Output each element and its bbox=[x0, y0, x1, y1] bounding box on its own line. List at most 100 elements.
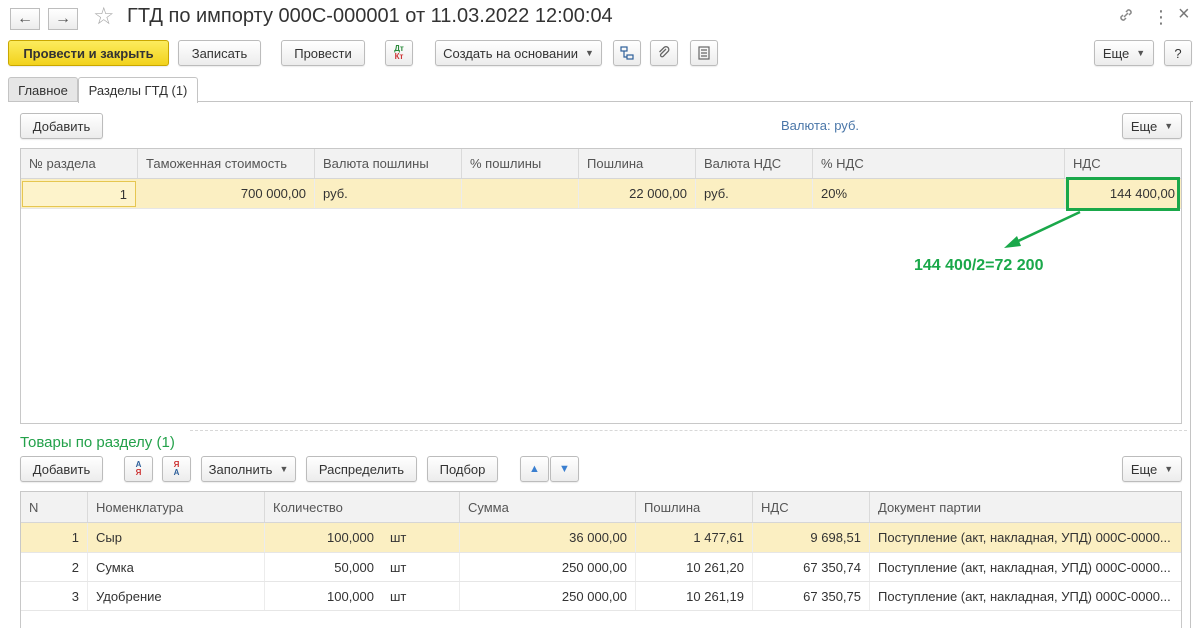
kt-label: Кт bbox=[394, 52, 404, 61]
cell-duty[interactable]: 1 477,61 bbox=[636, 523, 753, 552]
cell-quantity[interactable]: 100,000 bbox=[265, 582, 382, 610]
cell-sum[interactable]: 36 000,00 bbox=[460, 523, 636, 552]
create-based-on-label: Создать на основании bbox=[443, 45, 578, 61]
cell-unit[interactable]: шт bbox=[382, 582, 460, 610]
chevron-down-icon: ▼ bbox=[279, 464, 289, 474]
link-icon[interactable] bbox=[1118, 7, 1134, 28]
col-section-number[interactable]: № раздела bbox=[21, 149, 138, 178]
cell-batch-document[interactable]: Поступление (акт, накладная, УПД) 000С-0… bbox=[870, 582, 1181, 610]
more-label: Еще bbox=[1102, 45, 1130, 61]
cell-n[interactable]: 1 bbox=[21, 523, 88, 552]
col-duty-currency[interactable]: Валюта пошлины bbox=[315, 149, 462, 178]
move-up-button[interactable]: ▲ bbox=[520, 456, 549, 482]
cell-vat-percent[interactable]: 20% bbox=[813, 179, 1065, 208]
cell-nomenclature[interactable]: Сыр bbox=[88, 523, 265, 552]
cell-duty[interactable]: 22 000,00 bbox=[579, 179, 696, 208]
goods-table: N Номенклатура Количество Сумма Пошлина … bbox=[20, 491, 1182, 628]
col-quantity[interactable]: Количество bbox=[265, 492, 460, 522]
page-title: ГТД по импорту 000С-000001 от 11.03.2022… bbox=[127, 5, 613, 27]
cell-n[interactable]: 2 bbox=[21, 553, 88, 581]
col-batch-document[interactable]: Документ партии bbox=[870, 492, 1181, 522]
annotation-arrow bbox=[1004, 210, 1081, 248]
vat-annotation: 144 400/2=72 200 bbox=[914, 257, 1044, 274]
add-section-button[interactable]: Добавить bbox=[20, 113, 103, 139]
save-button[interactable]: Записать bbox=[178, 40, 261, 66]
col-vat[interactable]: НДС bbox=[753, 492, 870, 522]
create-based-on-button[interactable]: Создать на основании ▼ bbox=[435, 40, 602, 66]
post-button[interactable]: Провести bbox=[281, 40, 365, 66]
back-button[interactable]: ← bbox=[10, 8, 40, 30]
chevron-down-icon: ▼ bbox=[1164, 464, 1174, 474]
cell-section-number[interactable]: 1 bbox=[22, 181, 136, 207]
table-row[interactable]: 3 Удобрение 100,000 шт 250 000,00 10 261… bbox=[21, 582, 1181, 611]
close-icon[interactable]: × bbox=[1178, 3, 1190, 26]
currency-link[interactable]: Валюта: руб. bbox=[781, 118, 859, 133]
more-menu-icon[interactable]: ⋮ bbox=[1152, 7, 1170, 28]
sort-a-label: А bbox=[173, 468, 180, 477]
cell-duty[interactable]: 10 261,19 bbox=[636, 582, 753, 610]
goods-table-header: N Номенклатура Количество Сумма Пошлина … bbox=[21, 492, 1181, 523]
col-nomenclature[interactable]: Номенклатура bbox=[88, 492, 265, 522]
paperclip-icon bbox=[659, 46, 670, 58]
col-duty-percent[interactable]: % пошлины bbox=[462, 149, 579, 178]
chevron-down-icon: ▼ bbox=[1164, 121, 1174, 131]
cell-sum[interactable]: 250 000,00 bbox=[460, 553, 636, 581]
goods-more-button[interactable]: Еще ▼ bbox=[1122, 456, 1182, 482]
cell-vat[interactable]: 9 698,51 bbox=[753, 523, 870, 552]
tab-main[interactable]: Главное bbox=[8, 77, 78, 102]
distribute-button[interactable]: Распределить bbox=[306, 456, 417, 482]
cell-vat[interactable]: 67 350,75 bbox=[753, 582, 870, 610]
col-sum[interactable]: Сумма bbox=[460, 492, 636, 522]
forward-button[interactable]: → bbox=[48, 8, 78, 30]
cell-n[interactable]: 3 bbox=[21, 582, 88, 610]
move-down-button[interactable]: ▼ bbox=[550, 456, 579, 482]
table-row[interactable]: 1 Сыр 100,000 шт 36 000,00 1 477,61 9 69… bbox=[21, 523, 1181, 553]
col-n[interactable]: N bbox=[21, 492, 88, 522]
cell-quantity[interactable]: 50,000 bbox=[265, 553, 382, 581]
report-button[interactable] bbox=[690, 40, 718, 66]
cell-nomenclature[interactable]: Сумка bbox=[88, 553, 265, 581]
cell-batch-document[interactable]: Поступление (акт, накладная, УПД) 000С-0… bbox=[870, 553, 1181, 581]
attach-button[interactable] bbox=[650, 40, 678, 66]
col-vat[interactable]: НДС bbox=[1065, 149, 1181, 178]
cell-duty[interactable]: 10 261,20 bbox=[636, 553, 753, 581]
cell-duty-currency[interactable]: руб. bbox=[315, 179, 462, 208]
cell-vat[interactable]: 67 350,74 bbox=[753, 553, 870, 581]
dt-kt-button[interactable]: Дт Кт bbox=[385, 40, 413, 66]
cell-customs-value[interactable]: 700 000,00 bbox=[138, 179, 315, 208]
col-customs-value[interactable]: Таможенная стоимость bbox=[138, 149, 315, 178]
cell-batch-document[interactable]: Поступление (акт, накладная, УПД) 000С-0… bbox=[870, 523, 1181, 552]
select-button[interactable]: Подбор bbox=[427, 456, 498, 482]
tab-gtd-sections[interactable]: Разделы ГТД (1) bbox=[78, 77, 198, 103]
table-row[interactable]: 2 Сумка 50,000 шт 250 000,00 10 261,20 6… bbox=[21, 553, 1181, 582]
sections-more-button[interactable]: Еще ▼ bbox=[1122, 113, 1182, 139]
more-button[interactable]: Еще ▼ bbox=[1094, 40, 1154, 66]
col-vat-percent[interactable]: % НДС bbox=[813, 149, 1065, 178]
cell-nomenclature[interactable]: Удобрение bbox=[88, 582, 265, 610]
arrow-down-icon: ▼ bbox=[559, 463, 570, 475]
help-button[interactable]: ? bbox=[1164, 40, 1192, 66]
more-label: Еще bbox=[1130, 461, 1158, 477]
sections-table: № раздела Таможенная стоимость Валюта по… bbox=[20, 148, 1182, 424]
structure-button[interactable] bbox=[613, 40, 641, 66]
sort-asc-button[interactable]: А Я bbox=[124, 456, 153, 482]
cell-vat-currency[interactable]: руб. bbox=[696, 179, 813, 208]
arrow-right-icon: → bbox=[55, 10, 71, 27]
cell-duty-percent[interactable] bbox=[462, 179, 579, 208]
cell-quantity[interactable]: 100,000 bbox=[265, 523, 382, 552]
star-icon[interactable]: ☆ bbox=[93, 2, 115, 31]
cell-sum[interactable]: 250 000,00 bbox=[460, 582, 636, 610]
sort-ya-label: Я bbox=[135, 468, 142, 477]
fill-button[interactable]: Заполнить ▼ bbox=[201, 456, 296, 482]
fill-label: Заполнить bbox=[208, 461, 273, 477]
col-vat-currency[interactable]: Валюта НДС bbox=[696, 149, 813, 178]
chevron-down-icon: ▼ bbox=[1136, 48, 1146, 58]
col-duty[interactable]: Пошлина bbox=[579, 149, 696, 178]
cell-unit[interactable]: шт bbox=[382, 553, 460, 581]
panel-border bbox=[1190, 102, 1191, 628]
col-duty[interactable]: Пошлина bbox=[636, 492, 753, 522]
post-and-close-button[interactable]: Провести и закрыть bbox=[8, 40, 169, 66]
sort-desc-button[interactable]: Я А bbox=[162, 456, 191, 482]
cell-unit[interactable]: шт bbox=[382, 523, 460, 552]
add-goods-button[interactable]: Добавить bbox=[20, 456, 103, 482]
